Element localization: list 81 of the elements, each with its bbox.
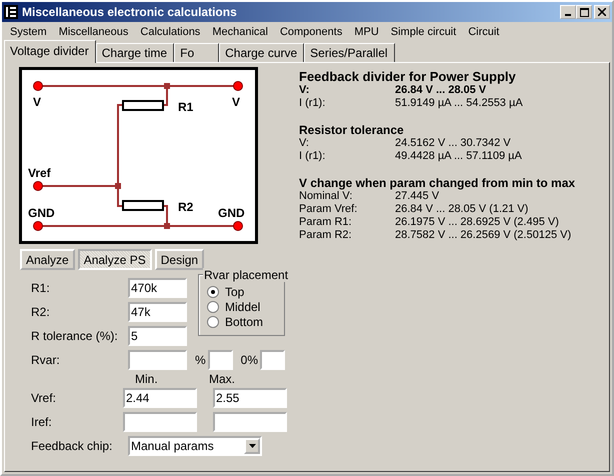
field-label: 0% [240,353,258,367]
action-button[interactable]: Analyze PS [78,249,152,270]
result-label: V: [299,137,310,150]
result-label: I (r1): [299,97,326,110]
input-field[interactable]: 2.44 [123,388,197,408]
field-label: R1: [31,281,51,295]
group-title: Rvar placement [203,268,290,282]
chip-dropdown[interactable]: Manual params [128,436,262,456]
column-header: Max. [209,372,236,386]
menu-item[interactable]: Simple circuit [384,26,462,38]
tab[interactable]: Charge curve [219,43,304,62]
tab[interactable]: Fo [174,43,220,62]
app-icon [4,5,18,19]
radio-button[interactable] [207,316,219,328]
result-value: 26.84 V ... 28.05 V (1.21 V) [395,203,528,216]
radio-button[interactable] [207,286,219,298]
menu-item[interactable]: System [4,26,53,38]
menu-item[interactable]: Circuit [462,26,506,38]
resistor [122,200,164,211]
menu-item[interactable]: Miscellaneous [52,26,134,38]
field-label: % [195,353,206,367]
resistor-label: R1 [178,100,194,114]
field-label: Rvar: [31,353,61,367]
result-value: 51.9149 µA ... 54.2553 µA [395,97,523,110]
action-button[interactable]: Design [154,249,204,270]
tab[interactable]: Voltage divider [4,40,96,63]
radio-label: Middel [225,300,260,314]
radio-label: Top [225,284,244,298]
resistor-label: R2 [178,200,194,214]
tab[interactable]: Charge time [96,43,174,62]
close-button[interactable] [594,5,610,19]
maximize-icon [580,8,588,16]
input-field[interactable] [208,350,233,370]
resistor [122,100,164,111]
menu-item[interactable]: Mechanical [206,26,274,38]
result-value: 26.1975 V ... 28.6925 V (2.495 V) [395,216,559,229]
input-field[interactable]: 2.55 [213,388,287,408]
window-title: Miscellaneous electronic calculations [22,5,238,19]
result-label: Param R1: [299,216,353,229]
field-label: R2: [31,305,51,319]
tab[interactable]: Series/Parallel [304,43,395,62]
result-label: V: [299,84,310,97]
result-value: 49.4428 µA ... 57.1109 µA [395,150,522,163]
input-field[interactable] [128,350,187,370]
result-label: Nominal V: [299,190,354,203]
input-field[interactable] [123,412,197,432]
input-field[interactable]: 470k [128,278,187,298]
input-field[interactable] [213,412,287,432]
result-value: 24.5162 V ... 30.7342 V [395,137,511,150]
menu-item[interactable]: MPU [348,26,385,38]
action-button[interactable]: Analyze [20,249,75,270]
result-value: 27.445 V [395,190,440,203]
section-heading: Feedback divider for Power Supply [299,69,517,84]
terminal-label: Vref [28,166,51,180]
input-field[interactable]: 5 [128,326,187,346]
column-header: Min. [135,372,159,386]
minimize-button[interactable] [560,5,576,19]
field-label: Iref: [31,415,53,429]
radio-button[interactable] [207,300,219,312]
result-label: Param R2: [299,229,353,242]
close-icon [598,8,606,16]
maximize-button[interactable] [576,5,592,19]
terminal-label: V [232,95,240,109]
terminal-label: GND [218,206,245,220]
field-label: Feedback chip: [31,439,114,453]
dropdown-arrow-icon [248,444,256,448]
section-heading: V change when param changed from min to max [299,176,576,190]
field-label: R tolerance (%): [31,329,119,343]
input-field[interactable] [260,350,286,370]
terminal-label: V [33,95,42,109]
terminal-label: GND [28,206,55,220]
menu-item[interactable]: Calculations [134,26,206,38]
result-label: I (r1): [299,150,326,163]
menu-item[interactable]: Components [274,26,348,38]
field-label: Vref: [31,391,57,405]
result-value: 28.7582 V ... 26.2569 V (2.50125 V) [395,229,572,242]
section-heading: Resistor tolerance [299,123,405,137]
result-label: Param Vref: [299,203,358,216]
result-value: 26.84 V ... 28.05 V [395,84,486,97]
radio-label: Bottom [225,314,264,328]
input-field[interactable]: 47k [128,302,187,322]
